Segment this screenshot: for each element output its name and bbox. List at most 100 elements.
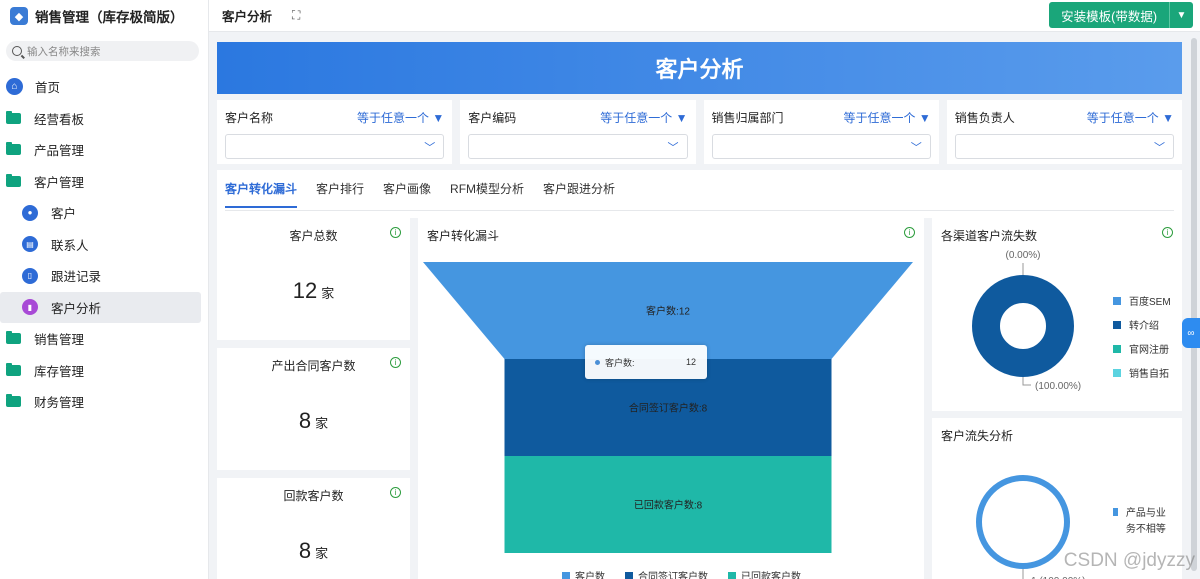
folder-icon: [6, 331, 21, 345]
filter-bar: 客户名称 等于任意一个 ▼ ﹀ 客户编码 等于任意一个 ▼ ﹀ 销售归属部门 等于任意…: [217, 100, 1182, 164]
legend-swatch: [728, 572, 736, 579]
tooltip-dot: [595, 359, 600, 365]
tab-divider: [225, 210, 1174, 211]
contact-card-icon: ▤: [22, 236, 38, 253]
legend-item[interactable]: 官网注册: [1113, 341, 1171, 356]
search-icon: [12, 46, 22, 56]
page-title: 客户分析: [222, 10, 273, 24]
chevron-down-icon: ﹀: [910, 141, 922, 154]
kpi-value: 8家: [298, 408, 329, 433]
nav-item-customer-mgmt[interactable]: 客户管理: [0, 166, 201, 198]
donut-slice: [972, 275, 1074, 377]
kpi-card-total: 客户总数 i 12 家: [217, 218, 410, 340]
nav-item-finance[interactable]: 财务管理: [0, 386, 201, 418]
dashboard-banner: 客户分析: [217, 42, 1182, 94]
app-brand: ◆ 销售管理（库存极简版）: [0, 0, 208, 32]
legend-label: 百度SEM: [1129, 297, 1171, 308]
chevron-down-icon: ﹀: [667, 141, 679, 154]
app-logo-icon: ◆: [10, 7, 28, 25]
nav-item-followups[interactable]: ▯ 跟进记录: [0, 260, 201, 292]
legend-label: 官网注册: [1129, 345, 1169, 356]
nav-item-contacts[interactable]: ▤ 联系人: [0, 229, 201, 261]
filter-select[interactable]: ﹀: [711, 134, 931, 159]
nav-item-dashboard[interactable]: 经营看板: [0, 103, 201, 135]
filter-label: 销售归属部门: [711, 111, 784, 125]
document-icon: ▯: [22, 267, 38, 284]
legend-label: 产品与业务不相等: [1125, 508, 1166, 535]
kpi-value: 12 家: [292, 278, 335, 303]
legend-item[interactable]: 百度SEM: [1113, 293, 1171, 308]
filter-operator[interactable]: 等于任意一个 ▼: [600, 109, 687, 126]
slice-label: (100.00%): [1035, 381, 1081, 392]
kpi-card-contracts: 产出合同客户数 i 8家: [217, 348, 410, 470]
tab-followup[interactable]: 客户跟进分析: [543, 180, 615, 208]
tab-funnel[interactable]: 客户转化漏斗: [225, 180, 298, 208]
topbar: 客户分析 ⛶ 安装模板(带数据) ▼: [209, 0, 1200, 32]
tab-ranking[interactable]: 客户排行: [316, 180, 364, 208]
info-icon[interactable]: i: [390, 487, 401, 498]
legend-label: 客户数: [575, 570, 605, 579]
nav-item-inventory[interactable]: 库存管理: [0, 355, 201, 387]
loss-analysis-legend: 产品与业务不相等: [1113, 506, 1175, 547]
tab-panel: 客户转化漏斗 客户排行 客户画像 RFM模型分析 客户跟进分析 客户总数 i 1…: [217, 170, 1182, 579]
info-icon[interactable]: i: [390, 357, 401, 368]
channel-loss-card: 各渠道客户流失数 i (0.00%) (100.00%) 百度SEM 转介绍 官网注册…: [932, 218, 1182, 411]
fullscreen-icon[interactable]: ⛶: [292, 8, 300, 23]
kpi-title: 回款客户数: [283, 489, 344, 503]
filter-sales-owner: 销售负责人 等于任意一个 ▼ ﹀: [946, 100, 1182, 164]
legend-label: 合同签订客户数: [638, 570, 708, 579]
filter-operator[interactable]: 等于任意一个 ▼: [1087, 109, 1174, 126]
main-content: 客户分析 客户名称 等于任意一个 ▼ ﹀ 客户编码 等于任意一个 ▼ ﹀ 销售归属部…: [209, 32, 1188, 579]
legend-swatch: [1113, 320, 1121, 329]
folder-open-icon: [6, 173, 21, 187]
nav-item-sales[interactable]: 销售管理: [0, 323, 201, 355]
filter-label: 销售负责人: [954, 111, 1015, 125]
nav-item-products[interactable]: 产品管理: [0, 134, 201, 166]
info-icon[interactable]: i: [390, 227, 401, 238]
legend-label: 销售自拓: [1129, 369, 1169, 380]
filter-select[interactable]: ﹀: [468, 134, 688, 159]
nav-item-customer-analysis[interactable]: ▮ 客户分析: [0, 291, 201, 323]
label-line: [1022, 569, 1024, 579]
legend-swatch: [625, 572, 633, 579]
sidebar: ◆ 销售管理（库存极简版） 输入名称来搜索 ⌂ 首页 经营看板 产品管理 客户管理…: [0, 0, 209, 579]
install-template-button[interactable]: 安装模板(带数据): [1049, 2, 1169, 28]
chart-tooltip: 客户数: 12: [585, 345, 707, 379]
filter-operator[interactable]: 等于任意一个 ▼: [844, 109, 931, 126]
filter-label: 客户编码: [468, 111, 517, 125]
nav-item-home[interactable]: ⌂ 首页: [0, 71, 201, 103]
funnel-chart: 客户数:12 合同签订客户数:8 已回款客户数:8 客户数 合同签订客户数 已回款客户数: [423, 262, 913, 579]
link-icon[interactable]: ∞: [1182, 318, 1200, 348]
legend-swatch: [1113, 508, 1118, 516]
folder-icon: [6, 110, 21, 124]
legend-item[interactable]: 产品与业务不相等: [1113, 506, 1175, 538]
tab-portrait[interactable]: 客户画像: [383, 180, 431, 208]
label-line: [1022, 377, 1031, 386]
scrollbar-thumb[interactable]: [1191, 38, 1197, 571]
filter-select[interactable]: ﹀: [225, 134, 445, 159]
tab-bar: 客户转化漏斗 客户排行 客户画像 RFM模型分析 客户跟进分析: [225, 180, 634, 208]
nav-item-customer[interactable]: ● 客户: [0, 197, 201, 229]
home-icon: ⌂: [6, 78, 23, 96]
filter-operator[interactable]: 等于任意一个 ▼: [357, 109, 444, 126]
scrollbar[interactable]: [1188, 32, 1200, 579]
app-root: ◆ 销售管理（库存极简版） 输入名称来搜索 ⌂ 首页 经营看板 产品管理 客户管理…: [0, 0, 1200, 579]
filter-sales-dept: 销售归属部门 等于任意一个 ▼ ﹀: [703, 100, 939, 164]
legend-item[interactable]: 销售自拓: [1113, 365, 1171, 380]
search-input[interactable]: 输入名称来搜索: [6, 41, 199, 61]
bar-chart-icon: ▮: [22, 299, 38, 316]
slice-label: (0.00%): [1005, 250, 1040, 261]
tab-rfm[interactable]: RFM模型分析: [450, 180, 524, 208]
watermark: CSDN @jdyzzy: [1063, 550, 1195, 571]
kpi-card-payments: 回款客户数 i 8家: [217, 478, 410, 579]
filter-customer-code: 客户编码 等于任意一个 ▼ ﹀: [460, 100, 696, 164]
legend-item[interactable]: 转介绍: [1113, 317, 1171, 332]
chevron-down-icon[interactable]: ▼: [1169, 2, 1193, 28]
legend-label: 已回款客户数: [741, 570, 801, 579]
filter-customer-name: 客户名称 等于任意一个 ▼ ﹀: [217, 100, 453, 164]
folder-icon: [6, 394, 21, 408]
filter-select[interactable]: ﹀: [954, 134, 1174, 159]
funnel-stage-label: 合同签订客户数:8: [629, 402, 708, 415]
kpi-title: 产出合同客户数: [271, 359, 356, 373]
ring-slice: [976, 475, 1070, 569]
